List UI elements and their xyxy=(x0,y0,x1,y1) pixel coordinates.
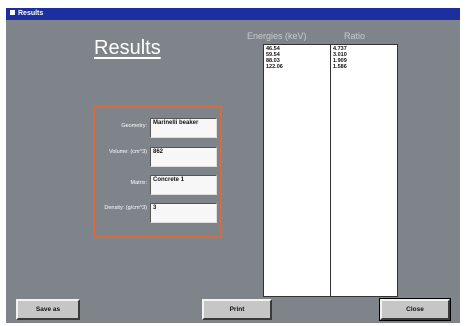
close-button[interactable]: Close xyxy=(379,298,451,321)
density-field[interactable]: 3 xyxy=(150,203,217,223)
energy-item[interactable]: 122.06 xyxy=(266,64,328,70)
title-bar[interactable]: Results xyxy=(6,8,460,20)
window-menu-icon[interactable] xyxy=(10,9,15,15)
matrix-field[interactable]: Concrete 1 xyxy=(150,175,217,195)
window-title: Results xyxy=(18,10,44,17)
print-button[interactable]: Print xyxy=(202,299,272,320)
volume-label: Volume: (cm^3) xyxy=(108,149,147,155)
results-window: Results Results Geometry: Marinelli beak… xyxy=(6,8,460,323)
density-label: Density: (g/cm^3) xyxy=(104,205,147,211)
ratio-list[interactable]: 4.737 3.010 1.909 1.586 xyxy=(330,44,398,297)
ratio-item[interactable]: 1.586 xyxy=(333,64,395,70)
energies-column-header: Energies (keV) xyxy=(247,31,307,41)
matrix-label: Matrix: xyxy=(130,180,148,186)
energies-list[interactable]: 46.54 59.54 88.03 122.06 xyxy=(263,44,331,297)
parameters-frame: Geometry: Marinelli beaker Volume: (cm^3… xyxy=(93,106,222,238)
save-as-button[interactable]: Save as xyxy=(16,299,80,320)
ratio-column-header: Ratio xyxy=(344,31,366,41)
geometry-label: Geometry: xyxy=(121,123,147,129)
volume-field[interactable]: 862 xyxy=(150,147,217,167)
geometry-field[interactable]: Marinelli beaker xyxy=(150,118,217,138)
page-heading: Results xyxy=(94,37,161,59)
